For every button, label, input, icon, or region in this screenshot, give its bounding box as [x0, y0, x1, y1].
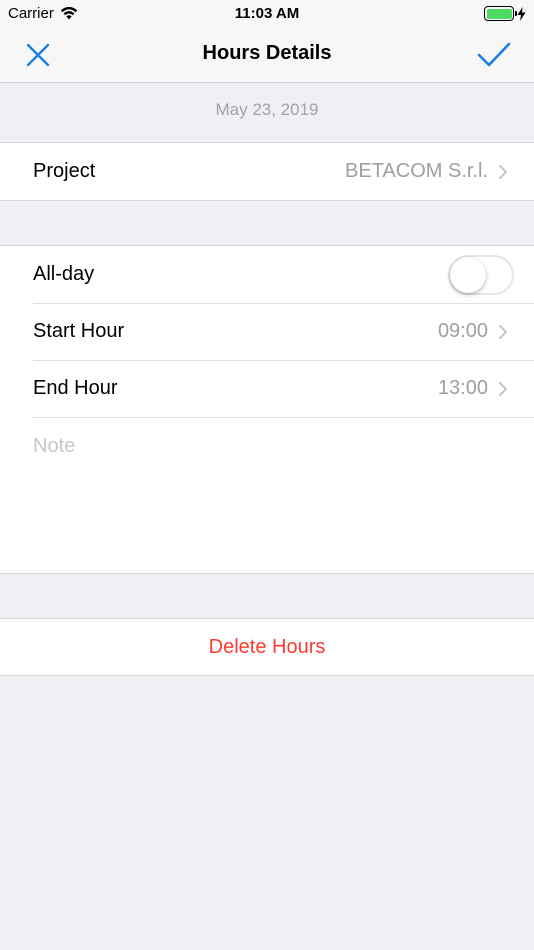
start-hour-value: 09:00 — [437, 320, 488, 342]
date-header: May 23, 2019 — [215, 100, 319, 119]
status-right — [484, 6, 526, 21]
note-placeholder: Note — [33, 435, 76, 457]
checkmark-icon — [477, 42, 511, 67]
all-day-label: All-day — [33, 263, 95, 285]
project-section: Project BETACOM S.r.l. — [0, 142, 534, 201]
chevron-right-icon — [499, 164, 507, 179]
chevron-right-icon — [499, 324, 507, 339]
chevron-right-icon — [499, 381, 507, 396]
status-bar: Carrier 11:03 AM — [0, 0, 534, 28]
end-hour-label: End Hour — [33, 377, 118, 399]
hours-section: All-day Start Hour 09:00 End Hour 13:00 … — [0, 245, 534, 574]
page-title: Hours Details — [202, 42, 332, 64]
end-hour-value: 13:00 — [437, 377, 488, 399]
done-button[interactable] — [474, 38, 514, 72]
project-value: BETACOM S.r.l. — [345, 160, 488, 182]
battery-icon — [484, 6, 517, 21]
project-row[interactable]: Project BETACOM S.r.l. — [0, 143, 534, 200]
delete-section: Delete Hours — [0, 618, 534, 676]
all-day-toggle[interactable] — [448, 254, 514, 295]
note-field[interactable]: Note — [0, 417, 534, 573]
navigation-bar: Hours Details — [0, 28, 534, 83]
all-day-row: All-day — [0, 246, 534, 303]
end-hour-row[interactable]: End Hour 13:00 — [0, 360, 534, 417]
status-time: 11:03 AM — [234, 5, 300, 22]
project-label: Project — [33, 160, 96, 182]
charging-bolt-icon — [517, 6, 526, 21]
delete-hours-button[interactable]: Delete Hours — [0, 619, 534, 675]
start-hour-label: Start Hour — [33, 320, 125, 342]
start-hour-row[interactable]: Start Hour 09:00 — [0, 303, 534, 360]
toggle-knob — [450, 256, 486, 293]
